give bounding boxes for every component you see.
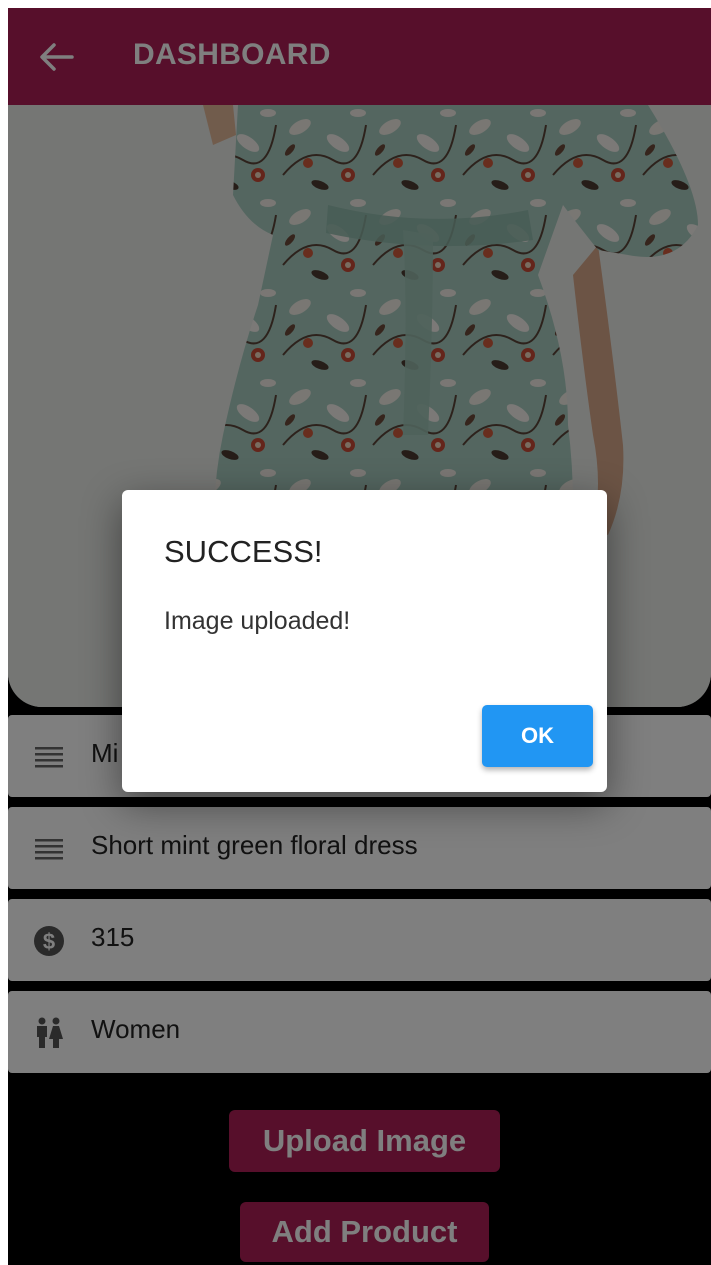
success-dialog: SUCCESS! Image uploaded! OK [122, 490, 607, 792]
dialog-title: SUCCESS! [164, 534, 323, 569]
ok-button[interactable]: OK [482, 705, 593, 767]
dialog-message: Image uploaded! [164, 607, 351, 635]
screen: DASHBOARD [8, 8, 711, 1265]
